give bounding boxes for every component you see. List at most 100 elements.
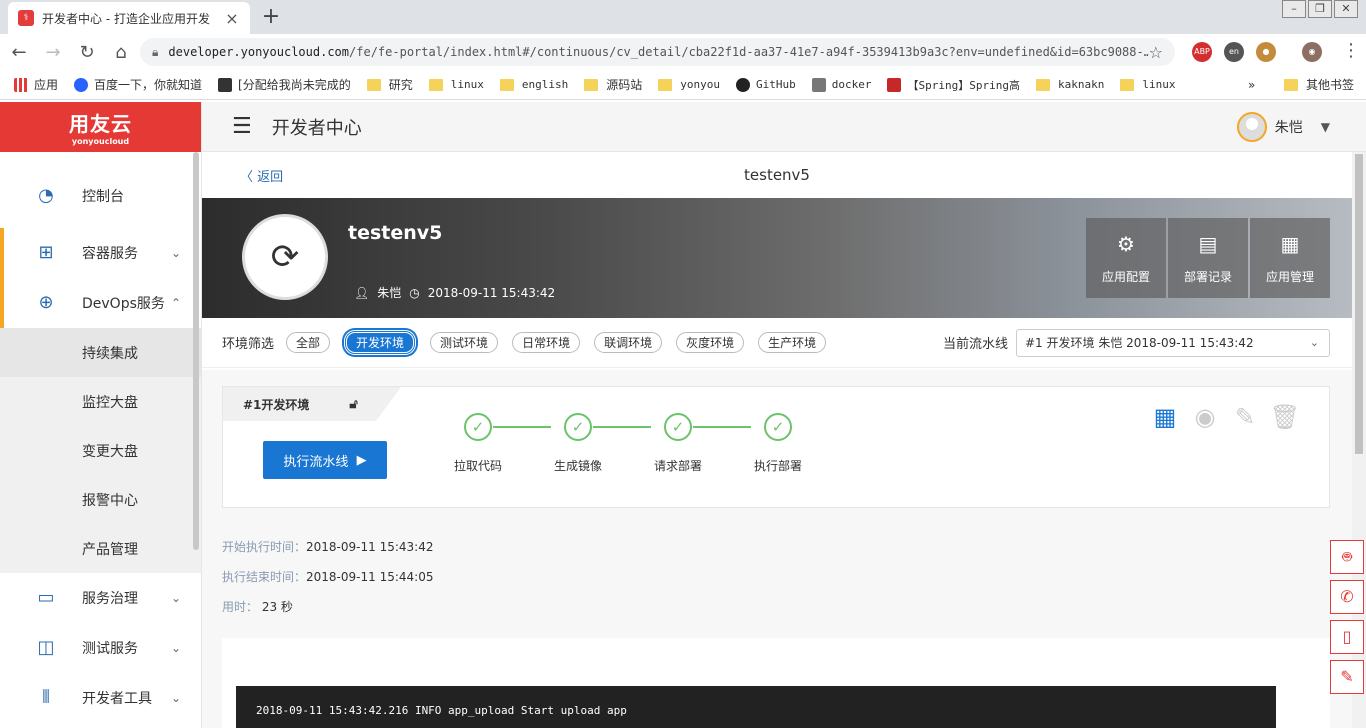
log-console[interactable]: 2018-09-11 15:43:42.216 INFO app_upload … <box>236 686 1276 728</box>
scroll-thumb[interactable] <box>1355 154 1363 454</box>
app-actions: ⚙ 应用配置 ▤ 部署记录 ▦ 应用管理 <box>1084 218 1330 298</box>
sidebar-item-service-governance[interactable]: ▭ 服务治理 ⌄ <box>0 573 201 623</box>
task-icon <box>218 77 233 92</box>
sidebar-item-testing[interactable]: ◫ 测试服务 ⌄ <box>0 623 201 673</box>
phone-icon[interactable]: ✆ <box>1330 580 1364 614</box>
bookmark-docker[interactable]: docker <box>811 77 871 92</box>
adblock-icon[interactable]: ABP <box>1192 42 1212 62</box>
sidebar-scrollbar[interactable] <box>193 152 199 550</box>
cookie-icon[interactable]: ● <box>1256 42 1276 62</box>
feedback-icon[interactable]: ✎ <box>1330 660 1364 694</box>
sidebar-item-dev-tools[interactable]: ⫴ 开发者工具 ⌄ <box>0 673 201 723</box>
close-tab-icon[interactable]: × <box>224 9 240 28</box>
minimize-icon[interactable]: – <box>1282 0 1306 18</box>
bookmark-folder-english[interactable]: english <box>499 78 568 91</box>
back-arrow-icon[interactable]: ← <box>4 42 34 63</box>
bookmark-spring[interactable]: 【Spring】Spring高 <box>887 77 1020 93</box>
sidebar-subitem-product[interactable]: 产品管理 <box>0 524 201 573</box>
deploy-records-button[interactable]: ▤ 部署记录 <box>1168 218 1248 298</box>
edit-icon[interactable]: ✎ <box>1225 403 1265 431</box>
chip-gray[interactable]: 灰度环境 <box>676 332 745 353</box>
sidebar-item-container[interactable]: ⊞ 容器服务 ⌄ <box>0 228 201 278</box>
bookmark-folder-kaknakn[interactable]: kaknakn <box>1035 78 1104 91</box>
bookmark-folder-linux[interactable]: linux <box>428 78 484 91</box>
step-build-image[interactable]: ✓ 生成镜像 <box>543 413 613 474</box>
duration: 用时： 23 秒 <box>222 600 293 614</box>
bookmark-folder-source[interactable]: 源码站 <box>584 76 642 93</box>
app-manage-button[interactable]: ▦ 应用管理 <box>1250 218 1330 298</box>
sidebar-item-dashboard[interactable]: ◔ 控制台 <box>0 164 201 228</box>
folder-icon <box>428 78 443 91</box>
translate-icon[interactable]: en <box>1224 42 1244 62</box>
eye-icon[interactable]: ◉ <box>1185 403 1225 431</box>
reload-icon[interactable]: ↻ <box>72 42 102 63</box>
restore-icon[interactable]: ❐ <box>1308 0 1332 18</box>
app-favicon-icon: ⚕ <box>18 10 34 26</box>
pipeline-select[interactable]: #1 开发环境 朱恺 2018-09-11 15:43:42 ⌄ <box>1016 328 1330 357</box>
sidebar-subitem-alert[interactable]: 报警中心 <box>0 475 201 524</box>
gear-icon: ⚙ <box>1117 231 1135 256</box>
menu-dots-icon[interactable]: ⋮ <box>1336 40 1366 61</box>
sidebar-subitem-change[interactable]: 变更大盘 <box>0 426 201 475</box>
step-request-deploy[interactable]: ✓ 请求部署 <box>643 413 713 474</box>
chip-test[interactable]: 测试环境 <box>430 332 499 353</box>
trash-icon[interactable]: 🗑︎ <box>1265 403 1305 431</box>
step-pull-code[interactable]: ✓ 拉取代码 <box>443 413 513 474</box>
new-tab-button[interactable]: + <box>258 4 284 29</box>
caret-down-icon: ▼ <box>1320 119 1330 134</box>
floating-tools: 🤖︎ ✆ ▯ ✎ <box>1330 540 1364 700</box>
laptop-icon: ▭ <box>37 587 55 608</box>
header-title: 开发者中心 <box>271 117 362 139</box>
bookmark-folder-yonyou[interactable]: yonyou <box>658 78 720 91</box>
bookmark-tasks[interactable]: [分配给我尚未完成的 <box>218 76 351 93</box>
grid-icon: ▦ <box>1280 231 1300 256</box>
robot-icon[interactable]: 🤖︎ <box>1330 540 1364 574</box>
tools-icon: ⫴ <box>42 687 50 708</box>
close-window-icon[interactable]: ✕ <box>1334 0 1358 18</box>
unlock-icon[interactable]: 🔓︎ <box>349 397 357 412</box>
bookmark-star-icon[interactable]: ☆ <box>1149 43 1163 62</box>
bookmark-folder-linux-2[interactable]: linux <box>1120 78 1175 91</box>
hamburger-menu-icon[interactable]: ☰ <box>232 114 252 139</box>
chip-daily[interactable]: 日常环境 <box>512 332 581 353</box>
container-icon: ⊞ <box>38 242 54 263</box>
window-controls: – ❐ ✕ <box>1280 0 1358 18</box>
browser-tab[interactable]: ⚕ 开发者中心 - 打造企业应用开发 × <box>8 2 250 34</box>
bookmark-baidu[interactable]: 百度一下，你就知道 <box>74 76 202 93</box>
docker-icon <box>811 77 826 92</box>
sidebar-subitem-ci[interactable]: 持续集成 <box>0 328 201 377</box>
other-bookmarks[interactable]: 其他书签 <box>1284 76 1354 93</box>
step-execute-deploy[interactable]: ✓ 执行部署 <box>743 413 813 474</box>
more-bookmarks-button[interactable]: » <box>1248 78 1255 92</box>
bookmark-apps[interactable]: 应用 <box>14 76 58 93</box>
layout-grid-icon[interactable]: ▦ <box>1145 403 1185 431</box>
bookmark-folder-research[interactable]: 研究 <box>366 76 413 93</box>
address-bar[interactable]: 🔒︎ developer.yonyoucloud.com/fe/fe-porta… <box>140 38 1175 66</box>
chip-dev[interactable]: 开发环境 <box>344 330 417 355</box>
url-text[interactable]: developer.yonyoucloud.com/fe/fe-portal/i… <box>168 45 1148 59</box>
home-icon[interactable]: ⌂ <box>106 42 136 63</box>
sidebar-subitem-monitor[interactable]: 监控大盘 <box>0 377 201 426</box>
yonyoucloud-logo[interactable]: 用友云 yonyoucloud <box>0 102 201 152</box>
sidebar: 用友云 yonyoucloud ◔ 控制台 ⊞ 容器服务 ⌄ ⊕ DevOps服… <box>0 102 202 728</box>
pipeline-tools: ▦ ◉ ✎ 🗑︎ <box>1145 403 1305 431</box>
sidebar-item-devops[interactable]: ⊕ DevOps服务 ⌃ <box>0 278 201 328</box>
profile-icon[interactable]: ◉ <box>1302 42 1322 62</box>
run-pipeline-button[interactable]: 执行流水线 ▶ <box>263 441 387 479</box>
back-bar: 〈 返回 testenv5 <box>202 152 1352 198</box>
play-icon: ▶ <box>356 452 367 468</box>
chevron-down-icon: ⌄ <box>1309 336 1319 349</box>
chevron-down-icon: ⌄ <box>170 246 181 260</box>
user-menu[interactable]: 朱恺 ▼ <box>1236 111 1330 142</box>
app-config-button[interactable]: ⚙ 应用配置 <box>1086 218 1166 298</box>
chip-integration[interactable]: 联调环境 <box>594 332 663 353</box>
env-filter: 环境筛选 全部 开发环境 测试环境 日常环境 联调环境 灰度环境 生产环境 当前… <box>202 318 1352 368</box>
chip-production[interactable]: 生产环境 <box>758 332 827 353</box>
bag-icon: ◫ <box>37 637 55 658</box>
chip-all[interactable]: 全部 <box>286 332 331 353</box>
mobile-icon[interactable]: ▯ <box>1330 620 1364 654</box>
forward-arrow-icon[interactable]: → <box>38 42 68 63</box>
bookmark-github[interactable]: GitHub <box>735 77 796 92</box>
devops-icon: ⊕ <box>38 292 54 313</box>
app-meta: 👤︎ 朱恺 ◷ 2018-09-11 15:43:42 <box>354 284 563 301</box>
